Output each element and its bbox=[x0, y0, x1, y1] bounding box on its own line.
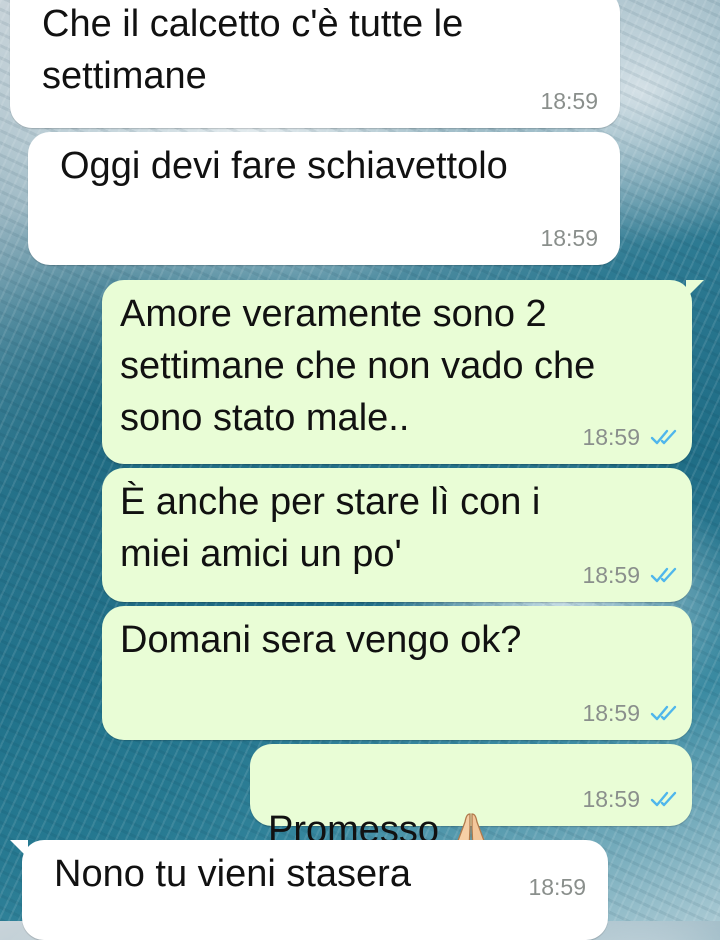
message-meta: 18:59 bbox=[582, 786, 678, 812]
double-check-icon bbox=[650, 705, 677, 721]
message-text: È anche per stare lì con i miei amici un… bbox=[120, 481, 541, 575]
message-time: 18:59 bbox=[582, 424, 640, 450]
message-text: Che il calcetto c'è tutte le settimane bbox=[42, 3, 464, 97]
bubble-tail bbox=[686, 280, 704, 298]
message-meta: 18:59 bbox=[528, 874, 586, 900]
double-check-icon bbox=[650, 791, 677, 807]
message-meta: 18:59 bbox=[582, 700, 678, 726]
bubble-tail bbox=[10, 840, 28, 858]
message-bubble-incoming[interactable]: Che il calcetto c'è tutte le settimane 1… bbox=[10, 0, 620, 128]
message-time: 18:59 bbox=[582, 700, 640, 726]
message-text: Domani sera vengo ok? bbox=[120, 619, 522, 661]
message-meta: 18:59 bbox=[540, 88, 598, 114]
message-meta: 18:59 bbox=[582, 562, 678, 588]
message-meta: 18:59 bbox=[582, 424, 678, 450]
double-check-icon bbox=[650, 429, 677, 445]
message-text: Amore veramente sono 2 settimane che non… bbox=[120, 293, 596, 439]
message-bubble-outgoing[interactable]: Amore veramente sono 2 settimane che non… bbox=[102, 280, 704, 464]
double-check-icon bbox=[650, 567, 677, 583]
message-time: 18:59 bbox=[540, 225, 598, 251]
message-text: Nono tu vieni stasera bbox=[54, 853, 411, 895]
message-time: 18:59 bbox=[528, 874, 586, 900]
message-text: Oggi devi fare schiavettolo bbox=[60, 145, 508, 187]
message-bubble-outgoing[interactable]: È anche per stare lì con i miei amici un… bbox=[102, 468, 692, 602]
message-bubble-outgoing[interactable]: Domani sera vengo ok? 18:59 bbox=[102, 606, 692, 740]
message-bubble-incoming[interactable]: Oggi devi fare schiavettolo 18:59 bbox=[28, 132, 620, 265]
message-meta: 18:59 bbox=[540, 225, 598, 251]
message-time: 18:59 bbox=[540, 88, 598, 114]
message-time: 18:59 bbox=[582, 562, 640, 588]
message-bubble-outgoing[interactable]: Promesso 18:59 bbox=[250, 744, 692, 854]
message-time: 18:59 bbox=[582, 786, 640, 812]
message-bubble-incoming[interactable]: Nono tu vieni stasera 18:59 bbox=[10, 840, 608, 940]
